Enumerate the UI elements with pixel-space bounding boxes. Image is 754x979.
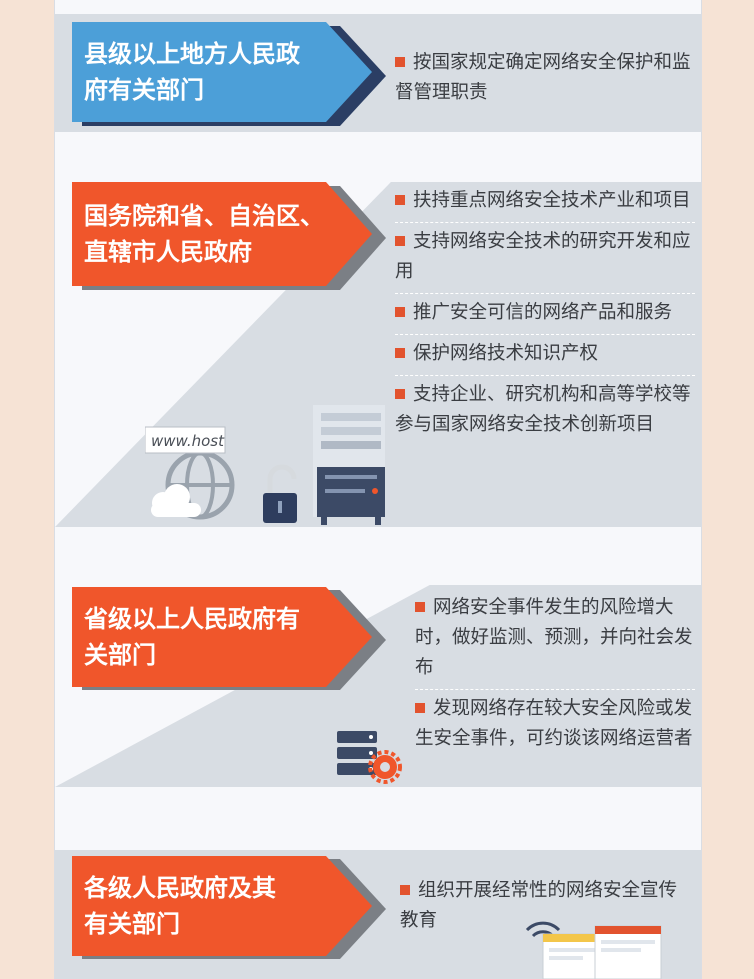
bullet-square-icon [395,57,405,67]
header-line: 国务院和省、自治区、 [84,202,324,230]
item-text: 扶持重点网络安全技术产业和项目 [413,190,691,211]
section-header: 县级以上地方人民政 府有关部门 [72,22,372,122]
item-list: 扶持重点网络安全技术产业和项目 支持网络安全技术的研究开发和应用 推广安全可信的… [395,182,695,446]
item-text: 发现网络存在较大安全风险或发生安全事件，可约谈该网络运营者 [415,698,693,749]
bullet-square-icon [400,885,410,895]
bullet-square-icon [395,389,405,399]
section-header: 省级以上人民政府有 关部门 [72,587,372,687]
item-text: 按国家规定确定网络安全保护和监督管理职责 [395,52,691,103]
bullet-square-icon [395,348,405,358]
header-line: 府有关部门 [84,76,204,104]
browser-window-icon [542,925,662,979]
section-provincial-level: 省级以上人民政府有 关部门 网络安全事件发生的风险增大时，做好监测、预测，并向社… [55,585,701,795]
bullet-square-icon [395,195,405,205]
list-item: 推广安全可信的网络产品和服务 [395,294,695,335]
list-item: 扶持重点网络安全技术产业和项目 [395,182,695,223]
bullet-square-icon [395,307,405,317]
section-all-levels: 各级人民政府及其 有关部门 组织开展经常性的网络安全宣传教育 [55,850,701,979]
list-item: 按国家规定确定网络安全保护和监督管理职责 [395,44,695,114]
item-list: 按国家规定确定网络安全保护和监督管理职责 [395,44,695,114]
section-county-level: 县级以上地方人民政 府有关部门 按国家规定确定网络安全保护和监督管理职责 [55,0,701,140]
cloud-icon [151,484,201,517]
header-line: 各级人民政府及其 [84,874,276,902]
item-text: 网络安全事件发生的风险增大时，做好监测、预测，并向社会发布 [415,597,693,678]
section-header: 国务院和省、自治区、 直辖市人民政府 [72,182,372,286]
list-item: 网络安全事件发生的风险增大时，做好监测、预测，并向社会发布 [415,589,695,690]
padlock-icon [263,464,297,523]
list-item: 支持企业、研究机构和高等学校等参与国家网络安全技术创新项目 [395,376,695,446]
item-list: 网络安全事件发生的风险增大时，做好监测、预测，并向社会发布 发现网络存在较大安全… [415,589,695,760]
server-gear-illustration [337,731,402,784]
gear-icon [368,750,402,784]
browser-illustration [525,921,662,979]
list-item: 支持网络安全技术的研究开发和应用 [395,223,695,294]
section-header: 各级人民政府及其 有关部门 [72,856,372,956]
section-state-council: 国务院和省、自治区、 直辖市人民政府 扶持重点网络安全技术产业和项目 支持网络安… [55,160,701,535]
header-line: 省级以上人民政府有 [84,605,300,633]
bullet-square-icon [415,703,425,713]
item-text: 推广安全可信的网络产品和服务 [413,302,673,323]
list-item: 保护网络技术知识产权 [395,335,695,376]
header-line: 有关部门 [84,910,180,938]
list-item: 发现网络存在较大安全风险或发生安全事件，可约谈该网络运营者 [415,690,695,760]
server-icon [313,405,385,525]
header-line: 县级以上地方人民政 [84,40,300,68]
header-line: 直辖市人民政府 [84,238,252,266]
bullet-square-icon [395,236,405,246]
item-text: 支持网络安全技术的研究开发和应用 [395,231,691,282]
bullet-square-icon [415,602,425,612]
infographic-panel: 县级以上地方人民政 府有关部门 按国家规定确定网络安全保护和监督管理职责 国务院… [54,0,702,979]
network-illustration: www.host [145,405,385,525]
item-text: 支持企业、研究机构和高等学校等参与国家网络安全技术创新项目 [395,384,691,435]
url-text: www.host [151,432,225,450]
item-text: 保护网络技术知识产权 [413,343,599,364]
header-line: 关部门 [84,641,156,669]
